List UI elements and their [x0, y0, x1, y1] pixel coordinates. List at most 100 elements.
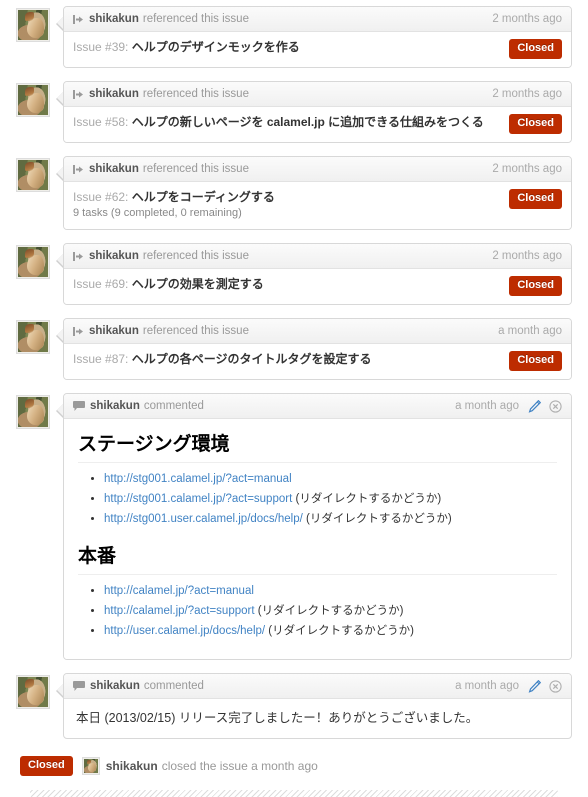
external-link[interactable]: http://calamel.jp/?act=manual — [104, 585, 254, 597]
issue-title[interactable]: ヘルプの効果を測定する — [132, 277, 264, 291]
link-list: http://calamel.jp/?act=manual http://cal… — [78, 582, 557, 641]
event-header: shikakun referenced this issue a month a… — [64, 319, 571, 344]
avatar-image — [83, 759, 98, 773]
referenced-issue-body: Issue #69: ヘルプの効果を測定する Closed — [64, 269, 571, 304]
comment-timestamp: a month ago — [455, 679, 519, 692]
avatar-image — [18, 322, 48, 352]
comment-body: ステージング環境 http://stg001.calamel.jp/?act=m… — [64, 419, 571, 659]
list-item: http://stg001.calamel.jp/?act=support (リ… — [104, 490, 557, 509]
issue-number: Issue #39: — [73, 40, 129, 54]
cross-reference-icon — [73, 251, 84, 262]
event-actor[interactable]: shikakun — [89, 7, 139, 32]
event-timestamp: a month ago — [498, 324, 562, 337]
avatar[interactable] — [81, 757, 100, 775]
timeline-event-referenced: shikakun referenced this issue a month a… — [16, 318, 572, 380]
avatar-image — [18, 247, 48, 277]
list-item: http://stg001.user.calamel.jp/docs/help/… — [104, 510, 557, 529]
comment-icon — [73, 400, 85, 412]
external-link[interactable]: http://stg001.calamel.jp/?act=manual — [104, 473, 292, 485]
circle-x-icon[interactable] — [549, 679, 562, 693]
list-item: http://calamel.jp/?act=support (リダイレクトする… — [104, 602, 557, 621]
timeline-comment: shikakun commented a month ago ステージング環境 … — [16, 393, 572, 660]
comment-icon — [73, 680, 85, 692]
issue-title[interactable]: ヘルプの新しいページを calamel.jp に追加できる仕組みをつくる — [132, 115, 484, 129]
cross-reference-icon — [73, 326, 84, 337]
avatar-image — [18, 10, 48, 40]
status-badge: Closed — [509, 114, 562, 134]
referenced-issue-box: shikakun referenced this issue 2 months … — [63, 6, 572, 68]
comment-body: 本日 (2013/02/15) リリース完了しましたー！ありがとうございました。 — [76, 711, 479, 725]
avatar[interactable] — [16, 158, 50, 192]
issue-title[interactable]: ヘルプの各ページのタイトルタグを設定する — [132, 352, 372, 366]
comment-actions — [528, 679, 562, 693]
external-link[interactable]: http://stg001.calamel.jp/?act=support — [104, 493, 292, 505]
issue-title[interactable]: ヘルプのデザインモックを作る — [132, 40, 300, 54]
external-link[interactable]: http://stg001.user.calamel.jp/docs/help/ — [104, 513, 303, 525]
event-actor[interactable]: shikakun — [106, 759, 158, 773]
avatar[interactable] — [16, 83, 50, 117]
issue-number: Issue #87: — [73, 352, 129, 366]
referenced-issue-body: Issue #58: ヘルプの新しいページを calamel.jp に追加できる… — [64, 107, 571, 142]
avatar[interactable] — [16, 675, 50, 709]
list-item: http://calamel.jp/?act=manual — [104, 582, 557, 601]
issue-number: Issue #58: — [73, 115, 129, 129]
event-timestamp: 2 months ago — [492, 12, 562, 25]
circle-x-icon[interactable] — [549, 399, 562, 413]
avatar[interactable] — [16, 245, 50, 279]
link-note: (リダイレクトするかどうか) — [257, 605, 404, 617]
external-link[interactable]: http://user.calamel.jp/docs/help/ — [104, 625, 265, 637]
list-item: http://user.calamel.jp/docs/help/ (リダイレク… — [104, 622, 557, 641]
event-verb: referenced this issue — [142, 12, 249, 25]
timeline-event-closed: Closed shikakun closed the issue a month… — [16, 756, 572, 776]
referenced-issue-box: shikakun referenced this issue a month a… — [63, 318, 572, 380]
event-verb: referenced this issue — [142, 249, 249, 262]
avatar-image — [18, 85, 48, 115]
event-header: shikakun referenced this issue 2 months … — [64, 244, 571, 269]
pencil-icon[interactable] — [528, 679, 541, 693]
event-actor[interactable]: shikakun — [89, 82, 139, 107]
pencil-icon[interactable] — [528, 399, 541, 413]
timeline-comment: shikakun commented a month ago 本日 (2013/… — [16, 673, 572, 739]
comment-verb: commented — [143, 399, 204, 412]
timeline-event-referenced: shikakun referenced this issue 2 months … — [16, 6, 572, 68]
event-timestamp: 2 months ago — [492, 249, 562, 262]
avatar-image — [18, 677, 48, 707]
issue-number: Issue #62: — [73, 190, 129, 204]
avatar-image — [18, 397, 48, 427]
timeline-event-referenced: shikakun referenced this issue 2 months … — [16, 156, 572, 230]
event-actor[interactable]: shikakun — [89, 157, 139, 182]
comment-verb: commented — [143, 679, 204, 692]
issue-title[interactable]: ヘルプをコーディングする — [132, 190, 275, 204]
event-verb: referenced this issue — [142, 324, 249, 337]
external-link[interactable]: http://calamel.jp/?act=support — [104, 605, 255, 617]
event-header: shikakun referenced this issue 2 months … — [64, 82, 571, 107]
event-actor[interactable]: shikakun — [89, 319, 139, 344]
cross-reference-icon — [73, 89, 84, 100]
avatar-image — [18, 160, 48, 190]
link-note: (リダイレクトするかどうか) — [295, 493, 442, 505]
event-description: closed the issue a month ago — [161, 759, 318, 773]
referenced-issue-body: Issue #87: ヘルプの各ページのタイトルタグを設定する Closed — [64, 344, 571, 379]
section-divider — [30, 790, 558, 797]
avatar[interactable] — [16, 320, 50, 354]
comment-box: shikakun commented a month ago ステージング環境 … — [63, 393, 572, 660]
referenced-issue-box: shikakun referenced this issue 2 months … — [63, 81, 572, 143]
comment-actions — [528, 399, 562, 413]
event-timestamp: 2 months ago — [492, 162, 562, 175]
comment-header: shikakun commented a month ago — [64, 394, 571, 419]
comment-author[interactable]: shikakun — [90, 674, 140, 699]
comment-author[interactable]: shikakun — [90, 394, 140, 419]
link-list: http://stg001.calamel.jp/?act=manual htt… — [78, 470, 557, 529]
avatar[interactable] — [16, 8, 50, 42]
section-heading: ステージング環境 — [78, 433, 557, 463]
timeline-event-referenced: shikakun referenced this issue 2 months … — [16, 243, 572, 305]
status-badge: Closed — [509, 39, 562, 59]
referenced-issue-box: shikakun referenced this issue 2 months … — [63, 243, 572, 305]
avatar[interactable] — [16, 395, 50, 429]
event-actor[interactable]: shikakun — [89, 244, 139, 269]
event-verb: referenced this issue — [142, 87, 249, 100]
status-badge: Closed — [509, 351, 562, 371]
issue-number: Issue #69: — [73, 277, 129, 291]
referenced-issue-box: shikakun referenced this issue 2 months … — [63, 156, 572, 230]
task-progress-text: 9 tasks (9 completed, 0 remaining) — [73, 207, 242, 219]
